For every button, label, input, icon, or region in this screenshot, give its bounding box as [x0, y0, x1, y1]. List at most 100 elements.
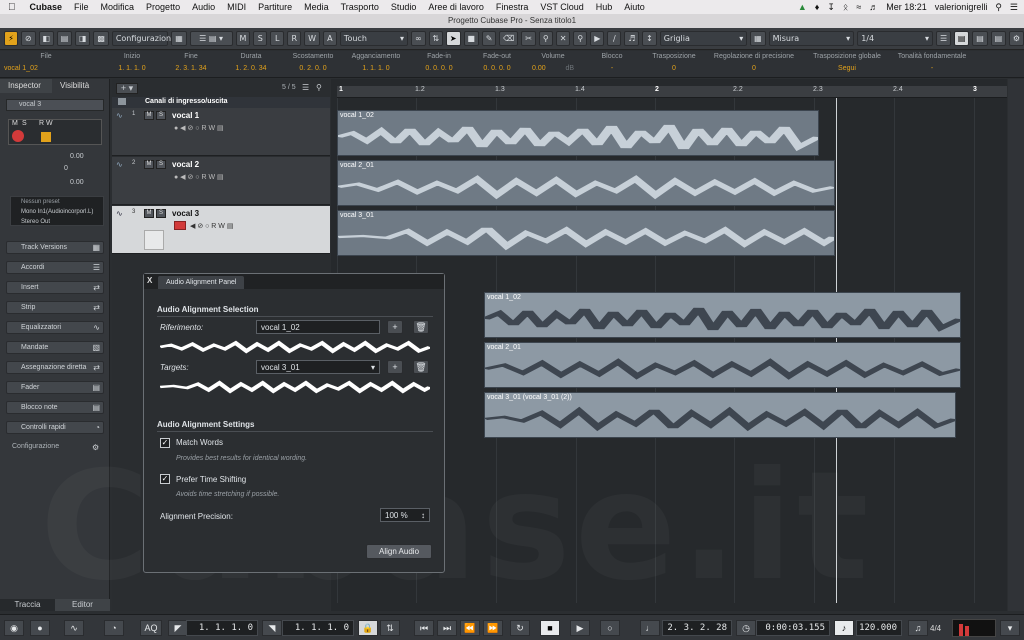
right-locator-icon[interactable]: ◥ — [262, 620, 282, 636]
left-zone-icon[interactable]: ◧ — [38, 31, 54, 46]
rewind-icon[interactable]: ⏪ — [460, 620, 480, 636]
tab-visibility[interactable]: Visibilità — [52, 79, 108, 93]
menu-aiuto[interactable]: Aiuto — [618, 2, 651, 12]
zone-right-icon[interactable]: ▤ — [990, 31, 1006, 46]
grid-type-dropdown[interactable]: Misura ▾ — [768, 31, 855, 46]
track-controls[interactable]: ● ◀ ⊘ ○ R W ▤ — [174, 124, 224, 132]
track-name[interactable]: vocal 1 — [172, 111, 199, 120]
apple-menu-icon[interactable]:  — [0, 2, 24, 13]
tab-inspector[interactable]: Inspector — [0, 79, 52, 93]
quantize-settings-icon[interactable]: ☰ — [936, 31, 952, 46]
quantize-dropdown[interactable]: 1/4 ▾ — [857, 31, 934, 46]
track-name[interactable]: vocal 2 — [172, 160, 199, 169]
zone-left-icon[interactable]: ▤ — [954, 31, 970, 46]
right-zone-icon[interactable]: ◨ — [75, 31, 91, 46]
line-icon[interactable]: ∕ — [607, 31, 622, 46]
download-icon[interactable]: ↧ — [827, 2, 835, 13]
zoom-icon[interactable]: ⚲ — [573, 31, 588, 46]
search-icon[interactable]: ⚲ — [316, 83, 322, 92]
left-locator-icon[interactable]: ◤ — [168, 620, 188, 636]
inspector-track-name[interactable]: vocal 3 — [6, 99, 104, 111]
stop-button[interactable]: ■ — [540, 620, 560, 636]
info-start[interactable]: Inizio 1. 1. 1. 0 — [108, 53, 156, 72]
section-chords[interactable]: Accordi ☰ — [6, 261, 104, 274]
tab-audio-alignment[interactable]: Audio Alignment Panel — [158, 276, 245, 289]
section-sends[interactable]: Mandate ▧ — [6, 341, 104, 354]
punch-icon[interactable]: ∿ — [64, 620, 84, 636]
match-words-checkbox[interactable]: ✓ — [160, 438, 170, 448]
mute-button[interactable]: M — [12, 120, 18, 127]
grid-icon[interactable]: ▦ — [750, 31, 766, 46]
section-notepad[interactable]: Blocco note ▤ — [6, 401, 104, 414]
play-tool-icon[interactable]: ♬ — [624, 31, 640, 46]
section-direct-routing[interactable]: Assegnazione diretta ⇄ — [6, 361, 104, 374]
wifi-icon[interactable]: ≈ — [856, 2, 861, 12]
info-fade-out[interactable]: Fade-out 0. 0. 0. 0 — [472, 53, 522, 72]
info-lock[interactable]: Blocco - — [588, 53, 636, 72]
read-button[interactable]: R W — [39, 120, 53, 127]
delete-reference-icon[interactable]: 🗑 — [413, 320, 429, 334]
track-vocal-2[interactable]: ∿ 2 M S vocal 2 ● ◀ ⊘ ○ R W ▤ — [112, 157, 330, 205]
info-fade-in[interactable]: Fade-in 0. 0. 0. 0 — [414, 53, 464, 72]
mode-m[interactable]: M — [235, 31, 251, 46]
track-controls[interactable]: ◀ ⊘ ○ R W ▤ — [190, 222, 233, 230]
snap-mode-dropdown[interactable]: Griglia ▾ — [659, 31, 748, 46]
mode-r[interactable]: R — [287, 31, 302, 46]
menu-media[interactable]: Media — [298, 2, 335, 12]
section-strip[interactable]: Strip ⇄ — [6, 301, 104, 314]
info-volume[interactable]: Volume 0.00 dB — [528, 53, 578, 72]
markers-button[interactable]: ☰ ▤ ▾ — [189, 31, 233, 46]
section-insert[interactable]: Insert ⇄ — [6, 281, 104, 294]
list-icon[interactable]: ☰ — [1010, 2, 1018, 13]
punch-in-icon[interactable]: ⇅ — [380, 620, 400, 636]
section-track-versions[interactable]: Track Versions ▦ — [6, 241, 104, 254]
info-length[interactable]: Durata 1. 2. 0. 34 — [226, 53, 276, 72]
pencil-icon[interactable]: ✎ — [481, 31, 497, 46]
tempo-display[interactable]: 120.000 — [856, 620, 902, 636]
mute-button[interactable]: M — [144, 111, 154, 120]
precision-stepper[interactable]: 100 % ↕ — [380, 508, 430, 522]
track-list-settings-icon[interactable]: ☰ — [302, 83, 309, 92]
section-eq[interactable]: Equalizzatori ∿ — [6, 321, 104, 334]
constrain-icon[interactable]: ⊘ — [21, 31, 36, 46]
comp-icon[interactable]: ▶ — [590, 31, 605, 46]
record-mode-icon[interactable]: ● — [30, 620, 50, 636]
menu-aree-di-lavoro[interactable]: Aree di lavoro — [422, 2, 490, 12]
menu-partiture[interactable]: Partiture — [252, 2, 298, 12]
nudge-icon[interactable]: ⇅ — [428, 31, 444, 46]
track-vocal-1[interactable]: ∿ 1 M S vocal 1 ● ◀ ⊘ ○ R W ▤ — [112, 108, 330, 156]
cycle-icon[interactable]: ↻ — [510, 620, 530, 636]
audio-event[interactable]: vocal 2_01 — [484, 342, 961, 388]
add-target-button[interactable]: + — [387, 360, 403, 374]
close-icon[interactable]: X — [147, 276, 152, 285]
fast-forward-icon[interactable]: ⏩ — [483, 620, 503, 636]
record-enable-button[interactable] — [174, 221, 186, 230]
info-transpose[interactable]: Trasposizione 0 — [644, 53, 704, 72]
pointer-icon[interactable]: ➤ — [446, 31, 461, 46]
link-icon[interactable]: ∞ — [411, 31, 426, 46]
track-vocal-3[interactable]: ∿ 3 M S vocal 3 ◀ ⊘ ○ R W ▤ — [112, 206, 330, 254]
position-display[interactable]: 2. 3. 2. 28 — [662, 620, 732, 636]
menu-audio[interactable]: Audio — [186, 2, 221, 12]
glue-icon[interactable]: ⚲ — [538, 31, 553, 46]
info-root-key[interactable]: Tonalità fondamentale - — [892, 53, 972, 72]
right-locator-field[interactable]: 1. 1. 1. 0 — [282, 620, 354, 636]
add-reference-button[interactable]: + — [387, 320, 403, 334]
mode-s[interactable]: S — [253, 31, 268, 46]
audio-event[interactable]: vocal 1_02 — [484, 292, 961, 338]
activity-icon[interactable]: ◉ — [4, 620, 24, 636]
go-to-start-icon[interactable]: ⏮ — [414, 620, 434, 636]
prefer-time-shifting-checkbox[interactable]: ✓ — [160, 474, 170, 484]
menubar-user[interactable]: valerionigrelli — [935, 2, 988, 12]
folder-track[interactable]: Canali di ingresso/uscita — [112, 97, 330, 108]
inspector-volume-value[interactable]: 0.00 — [70, 153, 84, 160]
dropbox-icon[interactable]: ♦ — [815, 2, 820, 12]
click-icon[interactable]: ♫ — [908, 620, 928, 636]
preset-label[interactable]: Nessun preset — [21, 197, 103, 207]
menu-finestra[interactable]: Finestra — [490, 2, 535, 12]
info-finetune[interactable]: Regolazione di precisione 0 — [708, 53, 800, 72]
info-end[interactable]: Fine 2. 3. 1. 34 — [166, 53, 216, 72]
lower-zone-icon[interactable]: ▤ — [56, 31, 73, 46]
record-button[interactable]: ○ — [600, 620, 620, 636]
info-file[interactable]: File vocal 1_02 — [0, 53, 92, 72]
